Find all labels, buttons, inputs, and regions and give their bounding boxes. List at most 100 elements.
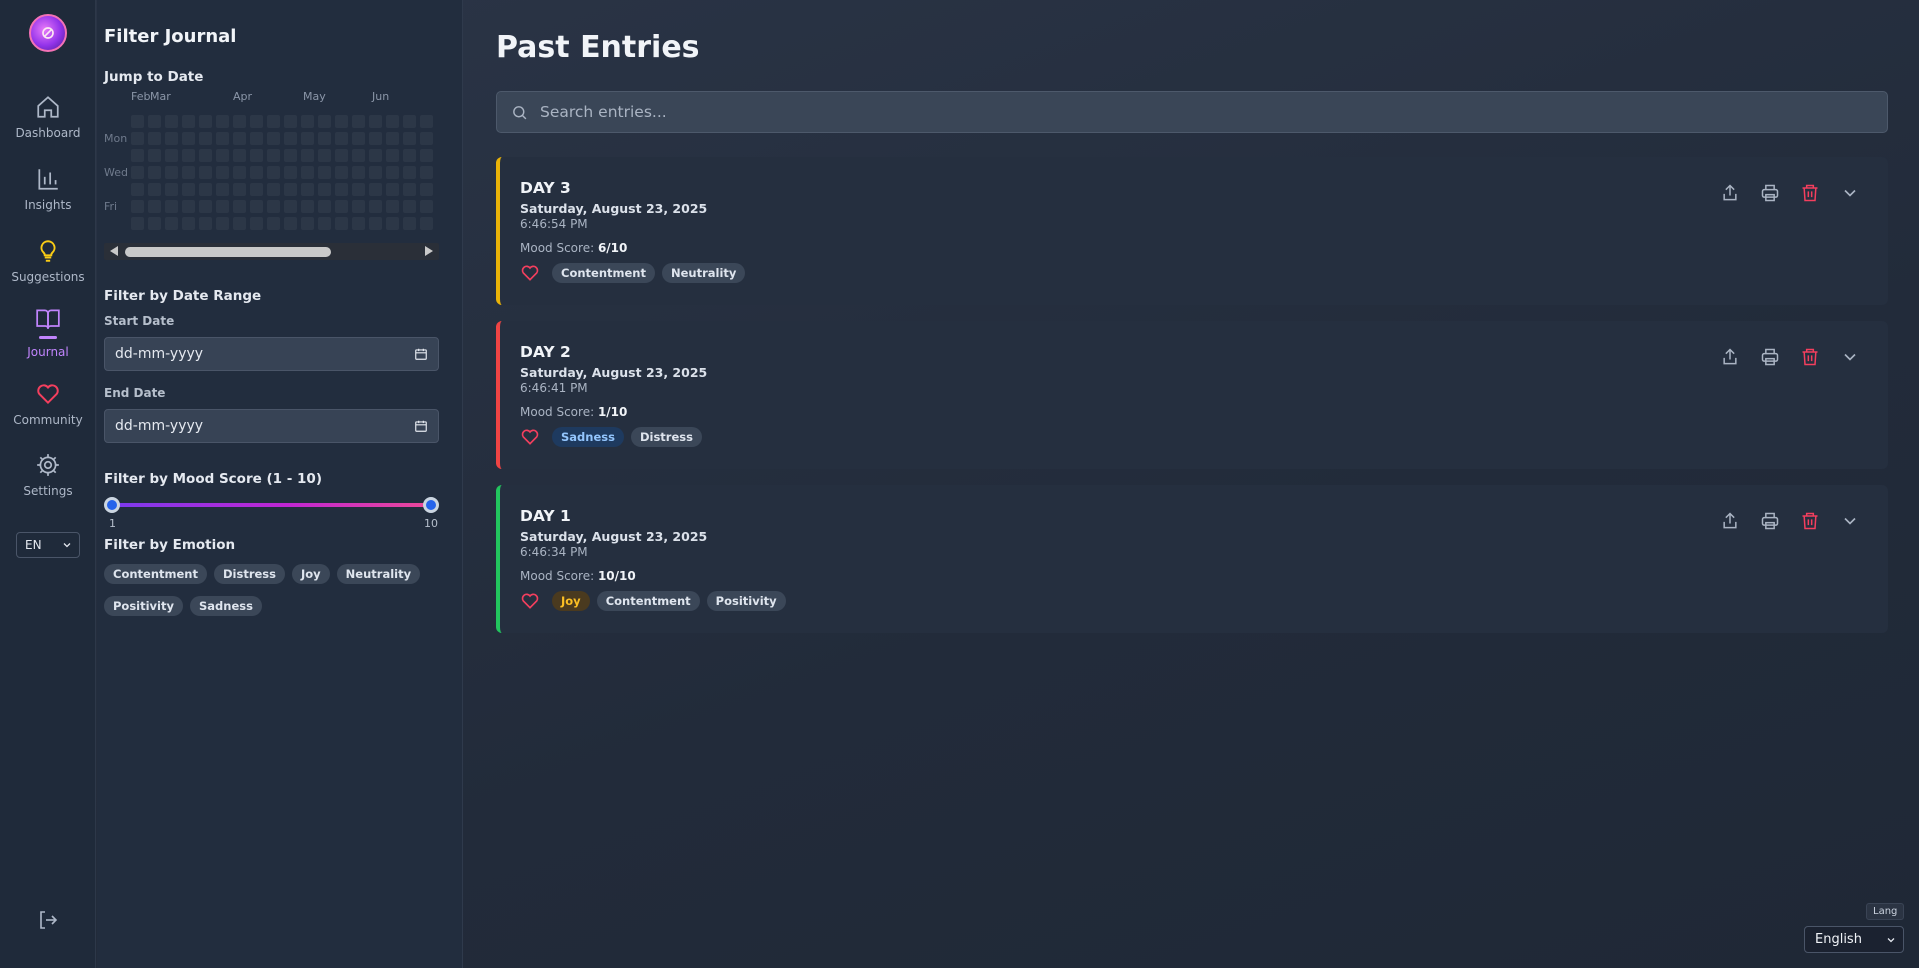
heatmap-day-cell[interactable] [165, 166, 178, 179]
heatmap-day-cell[interactable] [182, 166, 195, 179]
heatmap-day-cell[interactable] [267, 115, 280, 128]
heatmap-day-cell[interactable] [352, 166, 365, 179]
heatmap-day-cell[interactable] [335, 115, 348, 128]
heatmap-day-cell[interactable] [182, 200, 195, 213]
heatmap-day-cell[interactable] [131, 200, 144, 213]
emotion-chip[interactable]: Joy [291, 564, 330, 584]
end-date-input[interactable]: dd-mm-yyyy [104, 409, 439, 443]
heatmap-day-cell[interactable] [250, 217, 263, 230]
heatmap-day-cell[interactable] [267, 217, 280, 230]
mood-range-slider[interactable]: 1 10 [104, 496, 439, 530]
heatmap-day-cell[interactable] [250, 183, 263, 196]
emotion-chip[interactable]: Contentment [104, 564, 207, 584]
trash-icon[interactable] [1800, 347, 1820, 367]
heatmap-day-cell[interactable] [420, 115, 433, 128]
language-dropdown[interactable]: English [1804, 926, 1904, 953]
date-heatmap[interactable]: Feb Mar Apr May Jun Mon Wed Fri [104, 90, 439, 260]
heatmap-day-cell[interactable] [233, 200, 246, 213]
heatmap-day-cell[interactable] [403, 217, 416, 230]
heatmap-day-cell[interactable] [386, 217, 399, 230]
favorite-heart-icon[interactable] [520, 427, 540, 447]
heatmap-day-cell[interactable] [318, 115, 331, 128]
heatmap-day-cell[interactable] [233, 183, 246, 196]
heatmap-day-cell[interactable] [148, 217, 161, 230]
heatmap-day-cell[interactable] [267, 132, 280, 145]
emotion-chip[interactable]: Neutrality [336, 564, 421, 584]
heatmap-day-cell[interactable] [233, 166, 246, 179]
heatmap-day-cell[interactable] [199, 132, 212, 145]
heatmap-day-cell[interactable] [216, 200, 229, 213]
heatmap-day-cell[interactable] [182, 217, 195, 230]
heatmap-day-cell[interactable] [267, 183, 280, 196]
heatmap-day-cell[interactable] [148, 200, 161, 213]
favorite-heart-icon[interactable] [520, 591, 540, 611]
heatmap-day-cell[interactable] [369, 200, 382, 213]
heatmap-day-cell[interactable] [216, 149, 229, 162]
heatmap-day-cell[interactable] [148, 183, 161, 196]
heatmap-day-cell[interactable] [131, 166, 144, 179]
heatmap-day-cell[interactable] [335, 183, 348, 196]
heatmap-day-cell[interactable] [182, 132, 195, 145]
heatmap-day-cell[interactable] [199, 217, 212, 230]
chevron-down-icon[interactable] [1840, 511, 1860, 531]
heatmap-day-cell[interactable] [420, 132, 433, 145]
heatmap-day-cell[interactable] [420, 217, 433, 230]
heatmap-day-cell[interactable] [131, 183, 144, 196]
trash-icon[interactable] [1800, 183, 1820, 203]
heatmap-day-cell[interactable] [386, 200, 399, 213]
entry-card[interactable]: DAY 1 Saturday, August 23, 2025 6:46:34 … [496, 485, 1888, 633]
heatmap-day-cell[interactable] [352, 149, 365, 162]
heatmap-day-cell[interactable] [318, 166, 331, 179]
print-icon[interactable] [1760, 511, 1780, 531]
heatmap-day-cell[interactable] [233, 149, 246, 162]
heatmap-day-cell[interactable] [318, 132, 331, 145]
share-icon[interactable] [1720, 511, 1740, 531]
heatmap-day-cell[interactable] [216, 217, 229, 230]
heatmap-day-cell[interactable] [386, 183, 399, 196]
heatmap-day-cell[interactable] [284, 132, 297, 145]
heatmap-day-cell[interactable] [284, 183, 297, 196]
heatmap-day-cell[interactable] [165, 200, 178, 213]
heatmap-scrollbar[interactable] [104, 243, 439, 260]
scroll-right-arrow[interactable] [425, 246, 433, 256]
heatmap-day-cell[interactable] [199, 183, 212, 196]
emotion-chip[interactable]: Positivity [104, 596, 183, 616]
heatmap-day-cell[interactable] [148, 132, 161, 145]
heatmap-day-cell[interactable] [352, 132, 365, 145]
heatmap-day-cell[interactable] [131, 149, 144, 162]
heatmap-day-cell[interactable] [352, 115, 365, 128]
start-date-input[interactable]: dd-mm-yyyy [104, 337, 439, 371]
heatmap-day-cell[interactable] [182, 115, 195, 128]
heatmap-day-cell[interactable] [250, 149, 263, 162]
heatmap-day-cell[interactable] [182, 183, 195, 196]
heatmap-day-cell[interactable] [284, 166, 297, 179]
heatmap-day-cell[interactable] [267, 166, 280, 179]
heatmap-day-cell[interactable] [199, 115, 212, 128]
heatmap-day-cell[interactable] [301, 166, 314, 179]
heatmap-day-cell[interactable] [182, 149, 195, 162]
heatmap-day-cell[interactable] [352, 183, 365, 196]
heatmap-day-cell[interactable] [369, 149, 382, 162]
heatmap-day-cell[interactable] [403, 115, 416, 128]
heatmap-day-cell[interactable] [335, 200, 348, 213]
heatmap-day-cell[interactable] [199, 149, 212, 162]
heatmap-day-cell[interactable] [318, 183, 331, 196]
heatmap-day-cell[interactable] [233, 115, 246, 128]
heatmap-day-cell[interactable] [216, 183, 229, 196]
heatmap-day-cell[interactable] [369, 115, 382, 128]
calendar-icon[interactable] [414, 347, 428, 361]
scroll-thumb[interactable] [125, 247, 331, 257]
heatmap-day-cell[interactable] [369, 183, 382, 196]
chevron-down-icon[interactable] [1840, 347, 1860, 367]
nav-community[interactable]: Community [0, 381, 96, 427]
calendar-icon[interactable] [414, 419, 428, 433]
heatmap-day-cell[interactable] [386, 115, 399, 128]
heatmap-day-cell[interactable] [403, 149, 416, 162]
slider-max-handle[interactable] [423, 497, 439, 513]
heatmap-day-cell[interactable] [369, 166, 382, 179]
heatmap-day-cell[interactable] [267, 149, 280, 162]
nav-dashboard[interactable]: Dashboard [0, 94, 96, 140]
nav-settings[interactable]: Settings [0, 452, 96, 498]
heatmap-day-cell[interactable] [250, 132, 263, 145]
heatmap-day-cell[interactable] [284, 200, 297, 213]
